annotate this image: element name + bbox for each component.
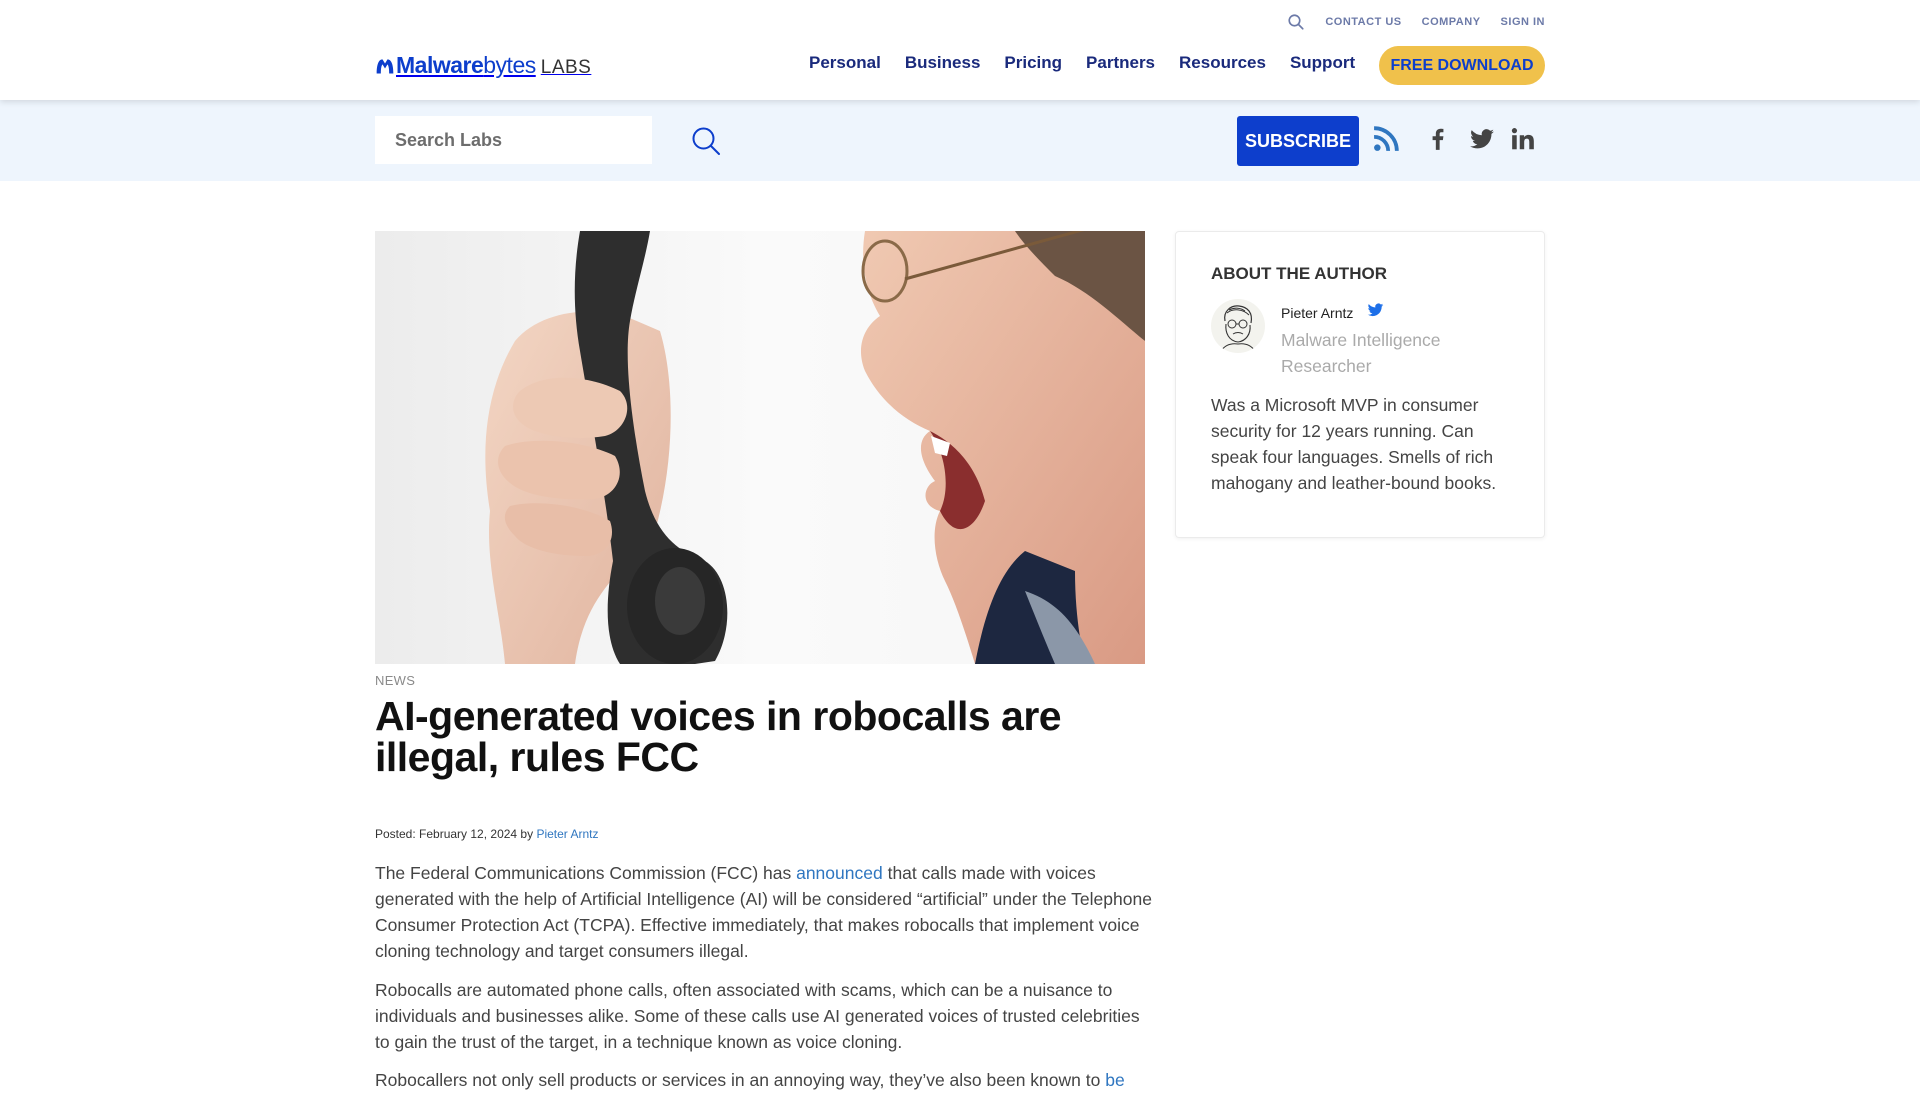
article-paragraph: Robocalls are automated phone calls, oft…	[375, 980, 1140, 1052]
posted-date: Posted: February 12, 2024 by	[375, 827, 537, 841]
article-title: AI-generated voices in robocalls are ill…	[375, 693, 1062, 780]
author-link[interactable]: Pieter Arntz	[536, 827, 598, 841]
paragraph-text: The Federal Communications Commission (F…	[375, 863, 797, 883]
free-download-button[interactable]: FREE DOWNLOAD	[1379, 46, 1545, 85]
labs-subbar: SUBSCRIBE	[0, 100, 1920, 181]
author-twitter-icon[interactable]	[1367, 303, 1384, 318]
article-paragraph: The Federal Communications Commission (F…	[375, 860, 1155, 964]
search-icon[interactable]	[1287, 13, 1305, 31]
nav-personal[interactable]: Personal	[809, 53, 881, 73]
facebook-icon[interactable]	[1425, 126, 1451, 152]
author-sketch-icon	[1220, 305, 1256, 352]
main-nav: Personal Business Pricing Partners Resou…	[809, 53, 1355, 73]
nav-business[interactable]: Business	[905, 53, 981, 73]
article-meta: Posted: February 12, 2024 by Pieter Arnt…	[375, 827, 598, 841]
company-link[interactable]: COMPANY	[1422, 16, 1481, 28]
logo-labs: LABS	[540, 57, 592, 78]
site-header: CONTACT US COMPANY SIGN IN Malware bytes …	[0, 0, 1920, 100]
article-paragraph: Robocallers not only sell products or se…	[375, 1067, 1155, 1093]
search-submit-icon[interactable]	[691, 126, 721, 156]
article-category[interactable]: NEWS	[375, 673, 415, 688]
nav-resources[interactable]: Resources	[1179, 53, 1266, 73]
twitter-icon[interactable]	[1469, 126, 1495, 152]
about-author-card: ABOUT THE AUTHOR Pieter Arntz Malware In…	[1175, 231, 1545, 538]
author-bio: Was a Microsoft MVP in consumer security…	[1211, 395, 1497, 493]
logo-brand-bold: Malware	[396, 52, 484, 78]
inline-link[interactable]: be	[1105, 1070, 1124, 1090]
rss-icon[interactable]	[1373, 126, 1399, 152]
malwarebytes-m-icon	[376, 58, 394, 73]
contact-us-link[interactable]: CONTACT US	[1325, 16, 1401, 28]
announced-link[interactable]: announced	[796, 863, 883, 883]
author-role: Malware Intelligence Researcher	[1281, 330, 1441, 376]
logo-brand-light: bytes	[483, 52, 536, 78]
utility-nav: CONTACT US COMPANY SIGN IN	[1287, 13, 1545, 31]
hero-illustration	[375, 231, 1145, 664]
author-avatar[interactable]	[1211, 299, 1265, 353]
author-name[interactable]: Pieter Arntz	[1281, 305, 1353, 321]
sign-in-link[interactable]: SIGN IN	[1501, 16, 1545, 28]
about-author-heading: ABOUT THE AUTHOR	[1211, 264, 1387, 283]
search-labs-input[interactable]	[375, 116, 652, 164]
nav-support[interactable]: Support	[1290, 53, 1355, 73]
nav-partners[interactable]: Partners	[1086, 53, 1155, 73]
nav-pricing[interactable]: Pricing	[1004, 53, 1062, 73]
linkedin-icon[interactable]	[1510, 126, 1536, 152]
paragraph-text: Robocallers not only sell products or se…	[375, 1070, 1106, 1090]
subscribe-button[interactable]: SUBSCRIBE	[1237, 116, 1359, 166]
malwarebytes-labs-logo[interactable]: Malware bytes LABS	[375, 52, 591, 79]
article-hero-image	[375, 231, 1145, 664]
